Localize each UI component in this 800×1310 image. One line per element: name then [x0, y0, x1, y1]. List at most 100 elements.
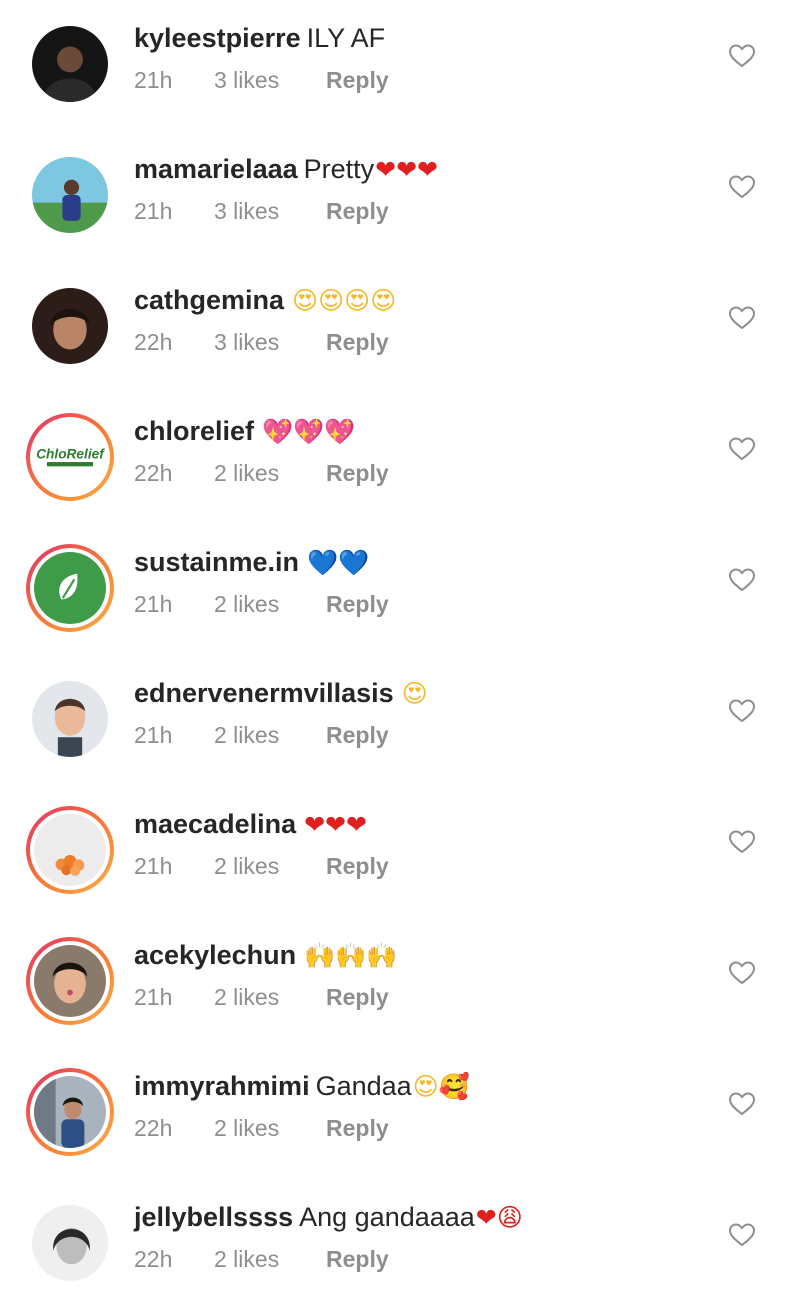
comment-timestamp: 22h	[134, 1115, 173, 1141]
comment-line: chlorelief 💖💖💖	[134, 413, 355, 450]
comment-timestamp: 21h	[134, 67, 173, 93]
comment-likes-count[interactable]: 2 likes	[214, 457, 326, 489]
comment-emoji: ❤❤❤	[304, 810, 367, 839]
comment-meta: 22h 3 likes Reply	[134, 326, 389, 358]
comment-line: cathgemina 😍😍😍😍	[134, 282, 396, 319]
heart-outline-icon[interactable]	[729, 437, 755, 461]
comment-row: jellybellssss Ang gandaaaa❤😩 22h 2 likes Rep…	[0, 1179, 800, 1310]
comment-timestamp: 21h	[134, 984, 173, 1010]
avatar-image	[34, 945, 106, 1017]
comment-text: Gandaa	[315, 1071, 412, 1101]
avatar-image	[34, 814, 106, 886]
avatar-image	[32, 681, 108, 757]
comment-username[interactable]: cathgemina	[134, 285, 284, 315]
comment-likes-count[interactable]: 2 likes	[214, 1112, 326, 1144]
avatar-story-ring[interactable]	[26, 544, 114, 632]
comment-emoji: 💙💙	[307, 548, 370, 577]
avatar-story-ring[interactable]: ChloRelief	[26, 413, 114, 501]
chlorelief-logo-text: ChloRelief	[36, 446, 105, 461]
heart-outline-icon[interactable]	[729, 961, 755, 985]
comment-timestamp: 21h	[134, 198, 173, 224]
avatar-story-ring[interactable]	[26, 937, 114, 1025]
heart-outline-icon[interactable]	[729, 699, 755, 723]
comment-row: immyrahmimi Gandaa😍🥰 22h 2 likes Reply	[0, 1048, 800, 1179]
avatar-image	[32, 288, 108, 364]
comment-emoji: ❤😩	[475, 1203, 523, 1232]
comment-username[interactable]: immyrahmimi	[134, 1071, 310, 1101]
avatar-image	[34, 1076, 106, 1148]
reply-button[interactable]: Reply	[326, 719, 389, 751]
comment-text: ILY AF	[306, 23, 386, 53]
comment-row: sustainme.in 💙💙 21h 2 likes Reply	[0, 524, 800, 655]
avatar-story-ring[interactable]	[26, 806, 114, 894]
comment-meta: 21h 2 likes Reply	[134, 719, 389, 751]
heart-outline-icon[interactable]	[729, 830, 755, 854]
comment-username[interactable]: acekylechun	[134, 940, 296, 970]
comment-meta: 21h 3 likes Reply	[134, 64, 389, 96]
reply-button[interactable]: Reply	[326, 457, 389, 489]
reply-button[interactable]: Reply	[326, 326, 389, 358]
comment-meta: 21h 2 likes Reply	[134, 850, 389, 882]
avatar[interactable]	[26, 1199, 114, 1287]
heart-outline-icon[interactable]	[729, 1092, 755, 1116]
comment-meta: 22h 2 likes Reply	[134, 1112, 389, 1144]
comment-line: maecadelina ❤❤❤	[134, 806, 367, 843]
comment-emoji: ❤❤❤	[375, 155, 438, 184]
reply-button[interactable]: Reply	[326, 850, 389, 882]
avatar-story-ring[interactable]	[26, 1068, 114, 1156]
heart-outline-icon[interactable]	[729, 568, 755, 592]
avatar[interactable]	[26, 282, 114, 370]
comment-line: acekylechun 🙌🙌🙌	[134, 937, 397, 974]
comment-username[interactable]: ednervenermvillasis	[134, 678, 394, 708]
comment-line: jellybellssss Ang gandaaaa❤😩	[134, 1199, 523, 1236]
avatar-image: ChloRelief	[34, 421, 106, 493]
heart-outline-icon[interactable]	[729, 44, 755, 68]
comment-likes-count[interactable]: 3 likes	[214, 195, 326, 227]
comment-likes-count[interactable]: 3 likes	[214, 64, 326, 96]
comment-row: ednervenermvillasis 😍 21h 2 likes Reply	[0, 655, 800, 786]
reply-button[interactable]: Reply	[326, 588, 389, 620]
comment-likes-count[interactable]: 2 likes	[214, 588, 326, 620]
comment-row: kyleestpierre ILY AF 21h 3 likes Reply	[0, 0, 800, 131]
comment-username[interactable]: maecadelina	[134, 809, 296, 839]
reply-button[interactable]: Reply	[326, 64, 389, 96]
comment-likes-count[interactable]: 3 likes	[214, 326, 326, 358]
reply-button[interactable]: Reply	[326, 981, 389, 1013]
comment-username[interactable]: jellybellssss	[134, 1202, 293, 1232]
comment-line: ednervenermvillasis 😍	[134, 675, 428, 712]
comment-meta: 21h 2 likes Reply	[134, 588, 389, 620]
heart-outline-icon[interactable]	[729, 306, 755, 330]
comment-username[interactable]: mamarielaaa	[134, 154, 298, 184]
avatar[interactable]	[26, 675, 114, 763]
reply-button[interactable]: Reply	[326, 1112, 389, 1144]
comment-line: immyrahmimi Gandaa😍🥰	[134, 1068, 470, 1105]
comment-likes-count[interactable]: 2 likes	[214, 1243, 326, 1275]
heart-outline-icon[interactable]	[729, 175, 755, 199]
comment-emoji: 😍	[401, 679, 428, 708]
avatar-image	[32, 1205, 108, 1281]
comment-username[interactable]: sustainme.in	[134, 547, 299, 577]
comment-timestamp: 21h	[134, 853, 173, 879]
heart-outline-icon[interactable]	[729, 1223, 755, 1247]
reply-button[interactable]: Reply	[326, 1243, 389, 1275]
comment-meta: 21h 3 likes Reply	[134, 195, 389, 227]
comment-row: mamarielaaa Pretty❤❤❤ 21h 3 likes Reply	[0, 131, 800, 262]
comment-line: mamarielaaa Pretty❤❤❤	[134, 151, 438, 188]
comment-timestamp: 22h	[134, 1246, 173, 1272]
comment-line: sustainme.in 💙💙	[134, 544, 369, 581]
comment-text: Ang gandaaaa	[299, 1202, 475, 1232]
avatar[interactable]	[26, 151, 114, 239]
comment-username[interactable]: kyleestpierre	[134, 23, 301, 53]
comment-username[interactable]: chlorelief	[134, 416, 254, 446]
avatar-image	[32, 157, 108, 233]
comment-emoji: 🙌🙌🙌	[304, 941, 398, 970]
comment-text: Pretty	[303, 154, 375, 184]
comment-likes-count[interactable]: 2 likes	[214, 981, 326, 1013]
comment-likes-count[interactable]: 2 likes	[214, 850, 326, 882]
comment-line: kyleestpierre ILY AF	[134, 20, 386, 57]
avatar-image	[32, 26, 108, 102]
comment-likes-count[interactable]: 2 likes	[214, 719, 326, 751]
comment-meta: 21h 2 likes Reply	[134, 981, 389, 1013]
avatar[interactable]	[26, 20, 114, 108]
reply-button[interactable]: Reply	[326, 195, 389, 227]
